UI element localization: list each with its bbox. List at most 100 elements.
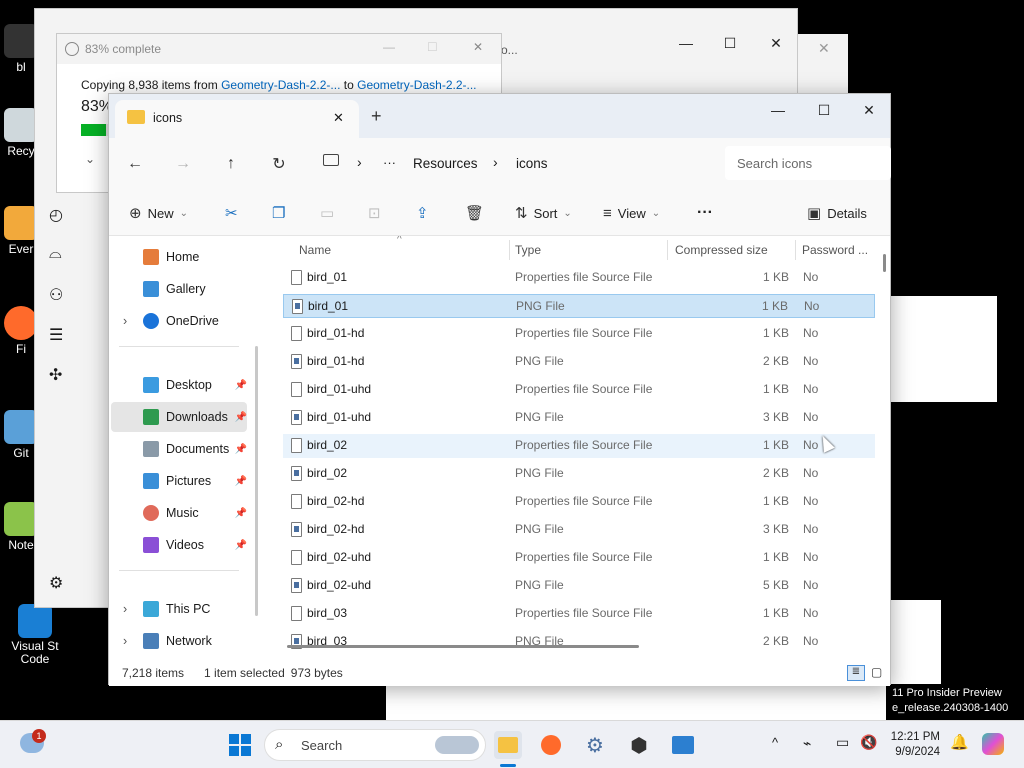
table-row[interactable]: bird_02-uhd Properties file Source File 1 …: [283, 546, 875, 570]
file-explorer-window[interactable]: icons ✕ + — ☐ ✕ ← → ↑ ↻ › ··· Resources …: [108, 93, 892, 686]
sidebar-item-pictures[interactable]: Pictures 📌: [111, 466, 247, 496]
delete-button[interactable]: 🗑: [465, 198, 484, 228]
close-button[interactable]: ✕: [753, 27, 799, 59]
sidebar-item-onedrive[interactable]: › OneDrive: [111, 306, 247, 336]
breadcrumb-more[interactable]: ···: [383, 155, 396, 170]
up-button[interactable]: ↑: [217, 151, 245, 177]
column-header-compressed-size[interactable]: Compressed size: [675, 236, 768, 264]
details-view-toggle[interactable]: ≣: [847, 665, 865, 681]
notification-bell-icon[interactable]: 🔔: [950, 733, 969, 751]
table-row[interactable]: bird_01-hd PNG File 2 KB No: [283, 350, 875, 374]
taskbar-firefox[interactable]: [537, 731, 565, 759]
table-row[interactable]: bird_02-hd PNG File 3 KB No: [283, 518, 875, 542]
rename-button[interactable]: ⊡: [368, 198, 381, 228]
copilot-icon[interactable]: [982, 733, 1004, 755]
table-row[interactable]: bird_01-uhd Properties file Source File 1 …: [283, 378, 875, 402]
music-icon: [143, 505, 159, 521]
sidebar-item-downloads[interactable]: Downloads 📌: [111, 402, 247, 432]
table-row[interactable]: bird_02-uhd PNG File 5 KB No: [283, 574, 875, 598]
file-password: No: [803, 466, 819, 480]
network-status-icon[interactable]: ⌁: [803, 735, 811, 752]
document-icon: [143, 441, 159, 457]
sort-button[interactable]: ⇅ Sort ⌄: [515, 198, 572, 228]
sidebar-item-documents[interactable]: Documents 📌: [111, 434, 247, 464]
minimize-button[interactable]: —: [383, 40, 395, 54]
sidebar-item-desktop[interactable]: Desktop 📌: [111, 370, 247, 400]
table-row[interactable]: bird_01 PNG File 1 KB No: [283, 294, 875, 318]
taskbar-app-5[interactable]: [669, 731, 697, 759]
table-row[interactable]: bird_03 PNG File 2 KB No: [283, 630, 875, 654]
close-tab-icon[interactable]: ✕: [333, 110, 344, 126]
sidebar-item-music[interactable]: Music 📌: [111, 498, 247, 528]
sidebar-item-this-pc[interactable]: › This PC: [111, 594, 247, 624]
paste-button[interactable]: ▭: [320, 198, 334, 228]
horizontal-scrollbar[interactable]: [287, 645, 639, 648]
maximize-button[interactable]: ☐: [707, 27, 753, 59]
history-icon[interactable]: ◴: [49, 205, 63, 225]
volume-icon[interactable]: 🔇: [860, 734, 877, 751]
sidebar-item-videos[interactable]: Videos 📌: [111, 530, 247, 560]
address-bar[interactable]: › ··· Resources › icons: [315, 146, 715, 180]
refresh-button[interactable]: ↻: [265, 151, 293, 177]
minimize-button[interactable]: —: [755, 94, 801, 126]
desktop-icon-vscode[interactable]: Visual St Code: [0, 604, 74, 666]
column-header-name[interactable]: Name: [299, 236, 331, 264]
sidebar-item-gallery[interactable]: Gallery: [111, 274, 247, 304]
table-row[interactable]: bird_03 Properties file Source File 1 KB No: [283, 602, 875, 626]
list-icon[interactable]: ☰: [49, 325, 63, 345]
taskbar-app-4[interactable]: ⬢: [625, 731, 653, 759]
app-icon: [4, 24, 38, 58]
sidebar-scrollbar[interactable]: [255, 346, 258, 616]
column-header-type[interactable]: Type: [515, 236, 541, 264]
vertical-scrollbar[interactable]: [883, 254, 886, 272]
table-row[interactable]: bird_02 Properties file Source File 1 KB No: [283, 434, 875, 458]
cut-button[interactable]: ✂: [225, 198, 238, 228]
tab-icons[interactable]: icons ✕: [115, 100, 359, 138]
puzzle-icon[interactable]: ✣: [49, 365, 62, 385]
source-link[interactable]: Geometry-Dash-2.2-...: [221, 78, 340, 92]
close-button[interactable]: ✕: [846, 94, 892, 126]
display-icon[interactable]: ▭: [836, 734, 849, 751]
folder-icon: [498, 737, 518, 753]
table-row[interactable]: bird_01-uhd PNG File 3 KB No: [283, 406, 875, 430]
taskbar-search[interactable]: ⌕ Search: [264, 729, 486, 761]
more-options-button[interactable]: ···: [697, 198, 713, 228]
gauge-icon[interactable]: ⌓: [49, 245, 62, 263]
view-button[interactable]: ≡ View ⌄: [603, 198, 660, 228]
more-details-chevron-icon[interactable]: ⌄: [85, 152, 95, 166]
sidebar-item-home[interactable]: Home: [111, 242, 247, 272]
table-row[interactable]: bird_02-hd Properties file Source File 1 K…: [283, 490, 875, 514]
forward-button[interactable]: →: [169, 151, 197, 177]
details-button[interactable]: ▣ Details: [807, 198, 867, 228]
close-button[interactable]: ✕: [473, 40, 483, 54]
gear-icon[interactable]: ⚙: [49, 573, 63, 593]
maximize-button[interactable]: ☐: [801, 94, 847, 126]
taskbar-file-explorer[interactable]: [494, 731, 522, 759]
clock[interactable]: 12:21 PM 9/9/2024: [888, 730, 940, 760]
people-icon[interactable]: ⚇: [49, 285, 63, 305]
new-button[interactable]: ⊕ New ⌄: [129, 198, 188, 228]
breadcrumb-icons[interactable]: icons: [516, 156, 548, 171]
search-box[interactable]: Search icons: [725, 146, 891, 180]
share-button[interactable]: ⇪: [416, 198, 429, 228]
sidebar-item-network[interactable]: › Network: [111, 626, 247, 656]
start-button[interactable]: [226, 731, 254, 759]
breadcrumb-resources[interactable]: Resources: [413, 156, 478, 171]
taskbar-settings[interactable]: ⚙: [581, 731, 609, 759]
table-row[interactable]: bird_01 Properties file Source File 1 KB No: [283, 266, 875, 290]
destination-link[interactable]: Geometry-Dash-2.2-...: [357, 78, 476, 92]
tiles-view-toggle[interactable]: ▢: [871, 665, 887, 681]
close-button[interactable]: ✕: [818, 40, 830, 57]
background-window-2[interactable]: ✕: [798, 34, 848, 94]
file-password: No: [803, 438, 819, 452]
show-hidden-icons-button[interactable]: ^: [772, 735, 778, 750]
minimize-button[interactable]: —: [663, 27, 709, 59]
new-tab-button[interactable]: +: [371, 106, 382, 127]
search-input[interactable]: Search icons: [737, 156, 812, 171]
table-row[interactable]: bird_01-hd Properties file Source File 1 K…: [283, 322, 875, 346]
back-button[interactable]: ←: [121, 151, 149, 177]
column-header-password[interactable]: Password ...: [802, 236, 868, 264]
table-row[interactable]: bird_02 PNG File 2 KB No: [283, 462, 875, 486]
copy-button[interactable]: ❐: [272, 198, 285, 228]
chevron-right-icon: ›: [123, 602, 128, 616]
